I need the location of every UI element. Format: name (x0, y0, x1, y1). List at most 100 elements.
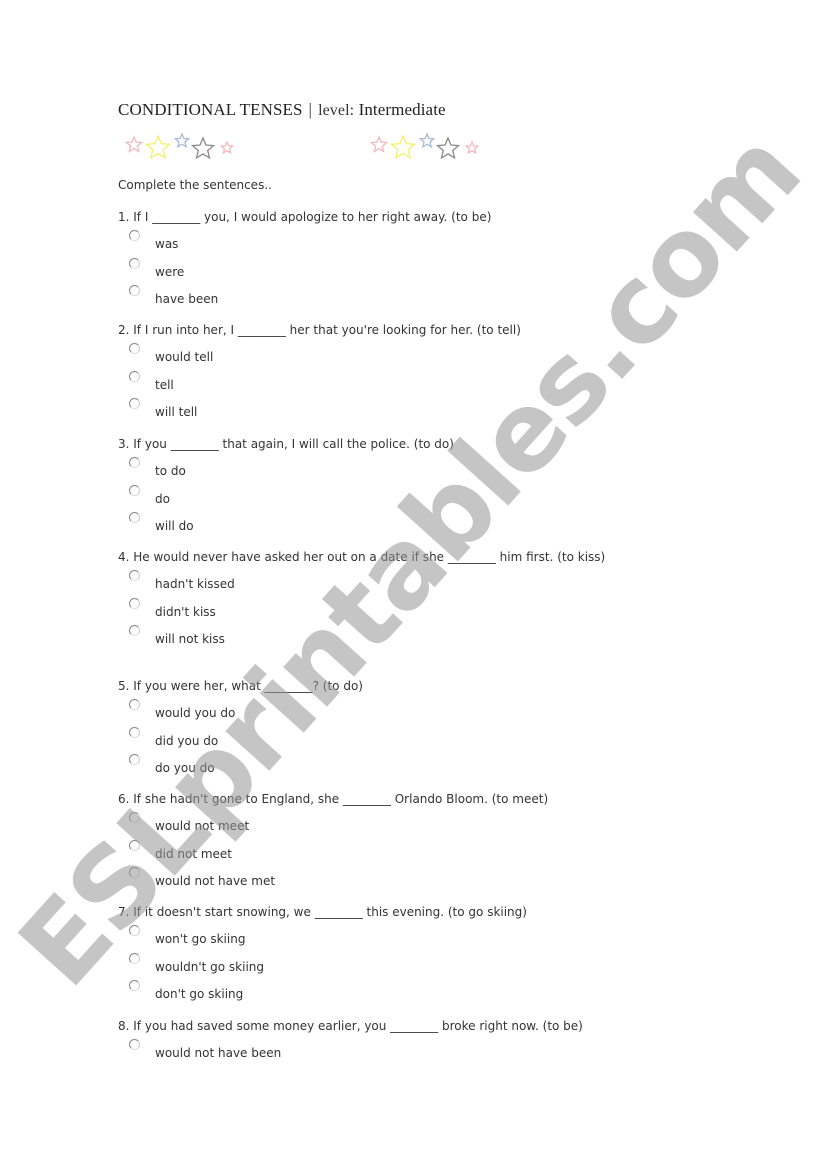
option-label: don't go skiing (155, 987, 244, 1002)
radio-button[interactable] (129, 925, 140, 936)
stars-decoration-icon (124, 132, 235, 160)
radio-button[interactable] (129, 1039, 140, 1050)
radio-button[interactable] (129, 512, 140, 524)
radio-button[interactable] (129, 343, 140, 354)
answer-option[interactable]: was (118, 226, 491, 254)
answer-option[interactable]: did you do (118, 723, 363, 751)
answer-option[interactable]: won't go skiing (118, 921, 527, 949)
answer-option[interactable]: hadn't kissed (118, 566, 605, 594)
option-label: do (155, 491, 170, 506)
star-icon (219, 140, 235, 155)
option-label: do you do (155, 761, 215, 776)
option-label: won't go skiing (155, 932, 246, 946)
star-icon (173, 132, 191, 149)
answer-option[interactable]: do (118, 481, 454, 509)
radio-button[interactable] (129, 980, 140, 992)
option-label: would you do (155, 706, 236, 720)
option-label: will do (155, 519, 194, 534)
option-label: did not meet (155, 846, 233, 861)
instructions: Complete the sentences.. (118, 178, 272, 192)
question-text: 2. If I run into her, I ________ her tha… (118, 323, 521, 337)
question-text: 3. If you ________ that again, I will ca… (118, 437, 454, 451)
answer-option[interactable]: to do (118, 453, 454, 481)
option-label: didn't kiss (155, 604, 216, 619)
option-label: would tell (155, 350, 214, 364)
answer-option[interactable]: will not kiss (118, 621, 605, 649)
question-item: 5. If you were her, what ________? (to d… (118, 677, 363, 778)
answer-option[interactable]: will do (118, 508, 454, 536)
star-icon (418, 132, 436, 149)
radio-button[interactable] (129, 484, 140, 496)
star-icon (124, 135, 144, 153)
question-item: 7. If it doesn't start snowing, we _____… (118, 903, 527, 1004)
radio-button[interactable] (129, 570, 140, 581)
answer-option[interactable]: will tell (118, 394, 521, 422)
option-label: will not kiss (155, 632, 225, 647)
radio-button[interactable] (129, 699, 140, 710)
question-item: 1. If I ________ you, I would apologize … (118, 208, 491, 309)
answer-option[interactable]: didn't kiss (118, 594, 605, 622)
answer-option[interactable]: were (118, 254, 491, 282)
radio-button[interactable] (129, 726, 140, 738)
stars-decoration-icon (369, 132, 480, 160)
question-text: 7. If it doesn't start snowing, we _____… (118, 905, 527, 919)
option-label: would not have met (155, 874, 276, 889)
question-item: 6. If she hadn't gone to England, she __… (118, 790, 548, 891)
star-icon (464, 140, 480, 155)
worksheet-page: CONDITIONAL TENSES | level: Intermediate C… (0, 0, 821, 1169)
radio-button[interactable] (129, 597, 140, 609)
radio-button[interactable] (129, 839, 140, 851)
answer-option[interactable]: have been (118, 281, 491, 309)
radio-button[interactable] (129, 257, 140, 269)
answer-option[interactable]: did not meet (118, 836, 548, 864)
answer-option[interactable]: would tell (118, 339, 521, 367)
answer-option[interactable]: would not meet (118, 808, 548, 836)
option-label: was (155, 237, 179, 251)
page-title: CONDITIONAL TENSES | level: Intermediate (118, 100, 446, 120)
question-item: 2. If I run into her, I ________ her tha… (118, 321, 521, 422)
radio-button[interactable] (129, 867, 140, 879)
level-label: level: (318, 102, 355, 119)
option-label: will tell (155, 405, 198, 420)
radio-button[interactable] (129, 812, 140, 823)
star-icon (369, 135, 389, 153)
option-label: would not have been (155, 1046, 282, 1060)
question-item: 3. If you ________ that again, I will ca… (118, 435, 454, 536)
option-label: hadn't kissed (155, 577, 235, 591)
answer-option[interactable]: tell (118, 367, 521, 395)
radio-button[interactable] (129, 754, 140, 766)
answer-option[interactable]: would not have met (118, 863, 548, 891)
radio-button[interactable] (129, 952, 140, 964)
option-label: were (155, 264, 185, 279)
option-label: tell (155, 377, 174, 392)
level-value: Intermediate (358, 100, 446, 119)
question-text: 4. He would never have asked her out on … (118, 550, 606, 564)
question-item: 8. If you had saved some money earlier, … (118, 1017, 583, 1063)
question-text: 6. If she hadn't gone to England, she __… (118, 792, 549, 806)
answer-option[interactable]: would not have been (118, 1035, 583, 1063)
title-separator: | (308, 100, 313, 119)
radio-button[interactable] (129, 285, 140, 297)
option-label: would not meet (155, 819, 250, 833)
radio-button[interactable] (129, 370, 140, 382)
star-icon (190, 136, 216, 160)
answer-option[interactable]: wouldn't go skiing (118, 949, 527, 977)
option-label: have been (155, 292, 219, 307)
radio-button[interactable] (129, 230, 140, 241)
answer-option[interactable]: do you do (118, 750, 363, 778)
star-icon (144, 134, 172, 160)
radio-button[interactable] (129, 625, 140, 637)
question-text: 5. If you were her, what ________? (to d… (118, 679, 363, 693)
star-icon (389, 134, 417, 160)
option-label: did you do (155, 733, 219, 748)
title-text: CONDITIONAL TENSES (118, 100, 303, 119)
star-icon (435, 136, 461, 160)
answer-option[interactable]: don't go skiing (118, 976, 527, 1004)
option-label: to do (155, 464, 186, 478)
radio-button[interactable] (129, 457, 140, 468)
question-text: 1. If I ________ you, I would apologize … (118, 210, 492, 224)
option-label: wouldn't go skiing (155, 959, 265, 974)
question-text: 8. If you had saved some money earlier, … (118, 1019, 583, 1033)
radio-button[interactable] (129, 398, 140, 410)
answer-option[interactable]: would you do (118, 695, 363, 723)
